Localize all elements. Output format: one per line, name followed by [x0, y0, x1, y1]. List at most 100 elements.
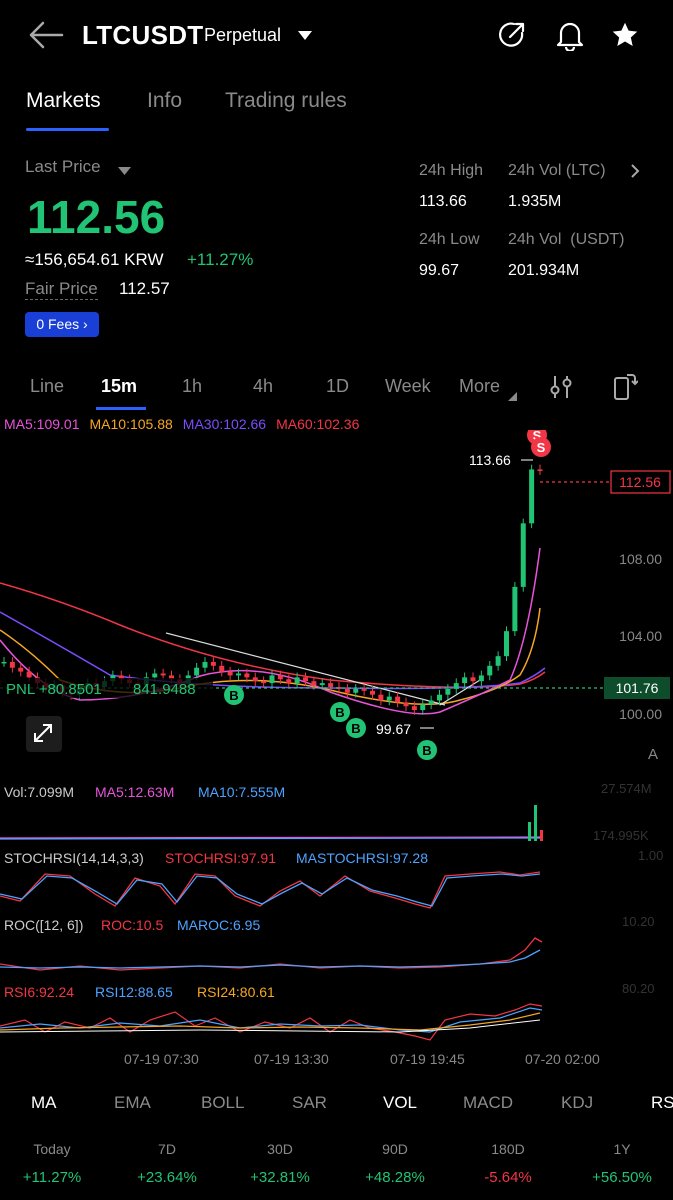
entry-value: 841.9488	[133, 681, 196, 698]
share-icon[interactable]	[497, 20, 527, 55]
candle-body	[319, 683, 325, 686]
back-arrow-icon[interactable]	[28, 20, 64, 50]
candle-body	[344, 688, 350, 693]
indicator-vol[interactable]: VOL	[383, 1093, 417, 1113]
candle-body	[470, 677, 476, 682]
24h-vol-usdt-label: 24h Vol (USDT)	[508, 231, 625, 248]
indicator-rsi[interactable]: RS	[651, 1093, 673, 1113]
candle-body	[210, 661, 216, 666]
interval-more[interactable]: More	[459, 376, 500, 397]
stochrsi-value: STOCHRSI:97.91	[165, 850, 277, 866]
bell-icon[interactable]	[555, 19, 585, 56]
indicator-ema[interactable]: EMA	[114, 1093, 151, 1113]
candle-body	[478, 675, 484, 682]
tab-info[interactable]: Info	[147, 89, 182, 113]
candle-body	[495, 656, 501, 666]
y-tick-100: 100.00	[619, 706, 662, 722]
rsi-axis: 80.20	[622, 981, 655, 996]
candle-body	[403, 702, 409, 707]
last-price-caret-icon[interactable]	[118, 163, 131, 181]
stats-chevron-icon[interactable]	[628, 162, 642, 185]
interval-week[interactable]: Week	[385, 376, 431, 397]
stoch-axis: 1.00	[638, 848, 664, 863]
last-price-label[interactable]: Last Price	[25, 157, 101, 177]
interval-line[interactable]: Line	[30, 376, 64, 397]
trade-markers-group: BBBBSS	[224, 430, 551, 760]
x-tick-4: 07-20 02:00	[525, 1051, 600, 1067]
buy-marker-label: B	[335, 705, 344, 720]
stochrsi-name: STOCHRSI(14,14,3,3)	[4, 850, 144, 866]
tab-markets[interactable]: Markets	[26, 89, 101, 113]
candle-body	[353, 688, 359, 693]
tab-trading-rules[interactable]: Trading rules	[225, 89, 347, 113]
candle-body	[370, 690, 375, 695]
candle-body	[386, 696, 392, 701]
candle-body	[1, 661, 7, 664]
candle-body	[420, 704, 426, 711]
24h-vol-usdt-value: 201.934M	[508, 262, 580, 279]
candle-body	[462, 677, 468, 684]
tab-active-indicator	[26, 128, 109, 131]
candle-body	[437, 694, 442, 701]
x-tick-3: 07-19 19:45	[390, 1051, 465, 1067]
a-label: A	[648, 746, 658, 763]
buy-marker-label: B	[229, 688, 238, 703]
candle-body	[537, 469, 543, 471]
indicator-settings-icon[interactable]	[550, 374, 572, 405]
candle-body	[202, 661, 208, 668]
symbol-title[interactable]: LTCUSDT	[82, 20, 204, 51]
candle-body	[160, 673, 166, 676]
candle-body	[227, 671, 233, 676]
period-1y-label: 1Y	[613, 1141, 631, 1157]
entry-price-tag: 101.76	[616, 680, 659, 696]
low-label: 99.67	[376, 721, 411, 737]
period-90d-value: +48.28%	[365, 1169, 425, 1186]
period-180d-value: -5.64%	[484, 1169, 532, 1186]
candle-body	[361, 688, 367, 691]
candle-body	[378, 694, 384, 701]
indicator-macd[interactable]: MACD	[463, 1093, 513, 1113]
24h-high-label: 24h High	[419, 162, 484, 179]
roc-value: ROC:10.5	[101, 917, 164, 933]
period-today-label: Today	[33, 1141, 71, 1157]
roc-chart	[0, 937, 543, 971]
interval-1d[interactable]: 1D	[326, 376, 349, 397]
interval-1h[interactable]: 1h	[182, 376, 202, 397]
favorite-star-icon[interactable]	[611, 21, 639, 54]
indicator-boll[interactable]: BOLL	[201, 1093, 244, 1113]
candle-body	[395, 696, 401, 703]
mastochrsi-value: MASTOCHRSI:97.28	[296, 850, 429, 866]
fair-price-label[interactable]: Fair Price	[25, 279, 98, 300]
interval-4h[interactable]: 4h	[253, 376, 273, 397]
indicator-kdj[interactable]: KDJ	[561, 1093, 593, 1113]
period-today-value: +11.27%	[22, 1169, 82, 1186]
vol-ma10-label: MA10:7.555M	[198, 784, 286, 800]
24h-low-value: 99.67	[419, 262, 460, 279]
more-caret-icon	[508, 388, 517, 406]
candle-body	[445, 688, 451, 695]
indicator-ma[interactable]: MA	[31, 1093, 57, 1113]
period-1y-value: +56.50%	[592, 1169, 652, 1186]
rotate-screen-icon[interactable]	[612, 372, 639, 407]
volume-chart	[0, 805, 543, 841]
candle-body	[219, 665, 225, 672]
price-change: +11.27%	[187, 250, 254, 269]
chevron-right-icon: ›	[83, 316, 88, 332]
buy-marker-label: B	[351, 721, 360, 736]
candle-body	[303, 677, 308, 682]
candle-body	[236, 673, 241, 676]
fees-button[interactable]: 0 Fees ›	[25, 312, 99, 337]
contract-type[interactable]: Perpetual	[204, 25, 281, 46]
candle-body	[428, 700, 434, 705]
candle-body	[487, 665, 493, 676]
candle-body	[269, 675, 275, 684]
dropdown-caret-icon[interactable]	[297, 29, 313, 47]
candle-body	[252, 677, 258, 682]
candle-body	[26, 671, 32, 678]
indicator-sar[interactable]: SAR	[292, 1093, 327, 1113]
candle-body	[286, 679, 292, 684]
price-chart[interactable]: 112.56 101.76 PNL +80.8501 841.9488 108.…	[0, 430, 673, 780]
x-tick-2: 07-19 13:30	[254, 1051, 329, 1067]
interval-15m[interactable]: 15m	[101, 376, 137, 397]
period-180d-label: 180D	[491, 1141, 525, 1157]
